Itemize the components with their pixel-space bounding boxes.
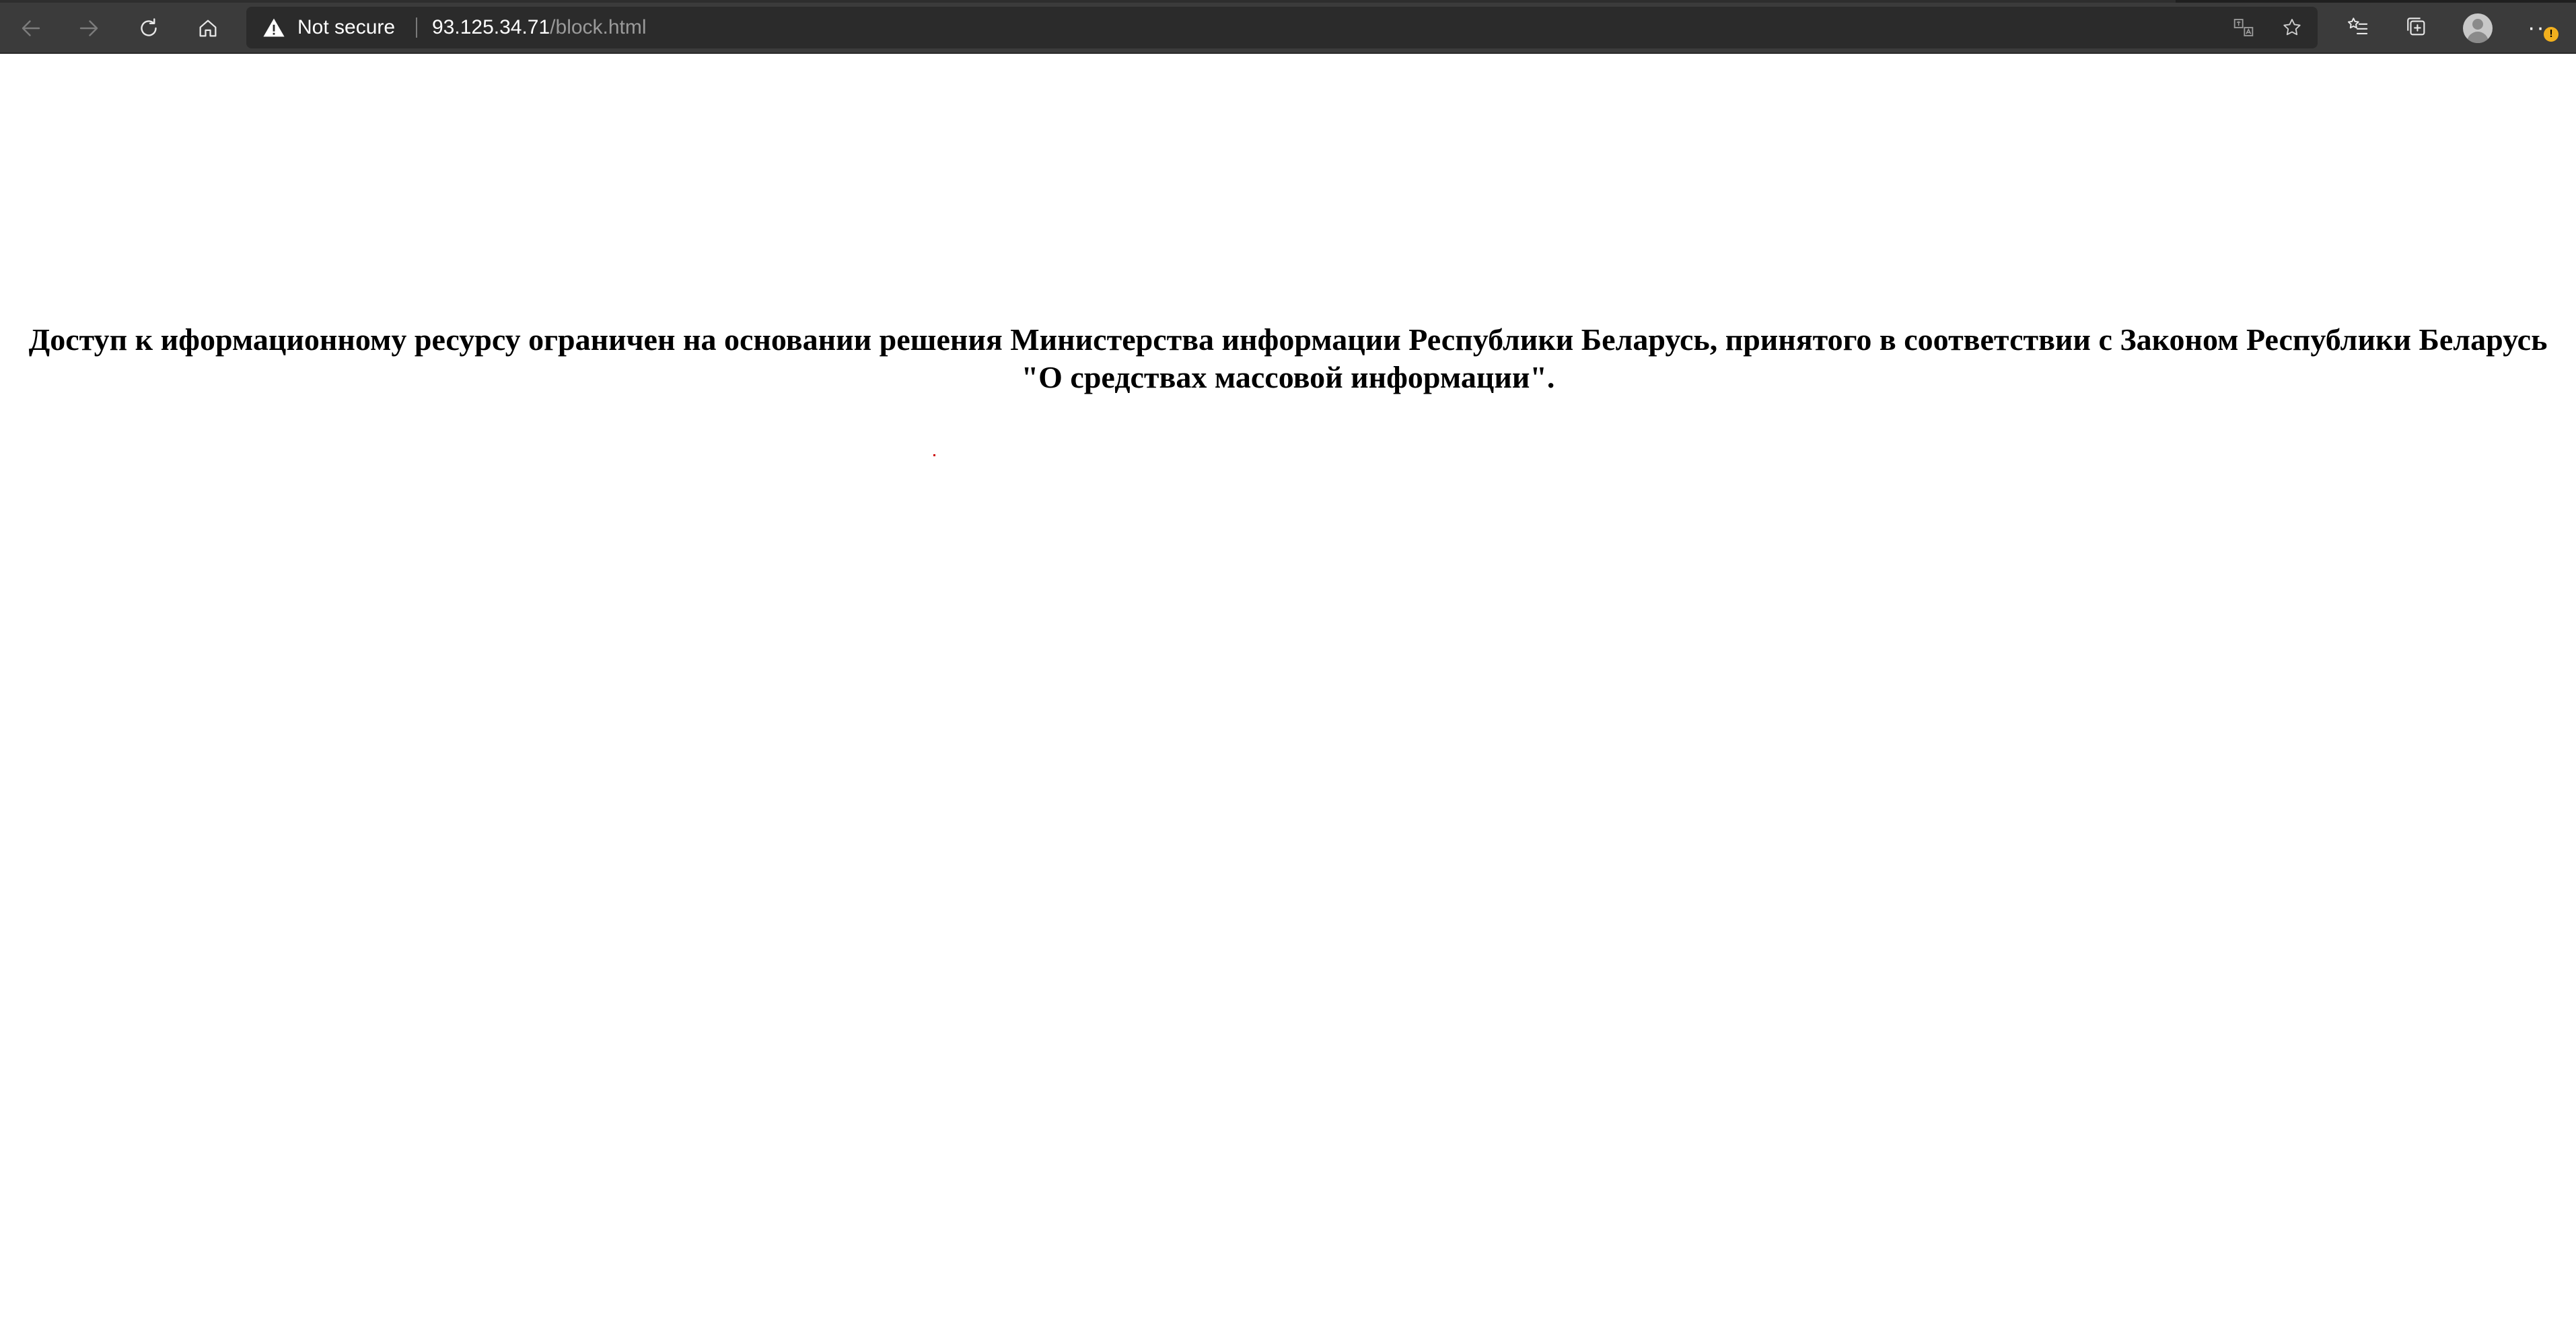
reload-button[interactable]	[130, 9, 168, 47]
favorites-button[interactable]	[2338, 9, 2376, 47]
profile-icon	[2463, 13, 2493, 43]
back-button[interactable]	[12, 9, 50, 47]
profile-button[interactable]	[2459, 9, 2497, 47]
arrow-right-icon	[77, 16, 101, 40]
favorites-list-icon	[2346, 15, 2369, 42]
forward-button[interactable]	[70, 9, 108, 47]
avatar-body	[2467, 32, 2489, 43]
collections-button[interactable]	[2398, 9, 2435, 47]
more-button[interactable]: ··· !	[2522, 9, 2563, 47]
tab-strip	[0, 0, 2576, 3]
block-notice: Доступ к иформационному ресурсу ограниче…	[28, 322, 2548, 394]
collections-icon	[2405, 15, 2428, 42]
home-icon	[196, 17, 219, 40]
address-divider	[416, 17, 417, 38]
home-button[interactable]	[189, 9, 227, 47]
reload-icon	[137, 16, 161, 40]
arrow-left-icon	[19, 16, 43, 40]
red-dot-mark	[933, 454, 935, 456]
star-icon[interactable]	[2279, 14, 2305, 41]
tab-strip-accent	[2176, 0, 2576, 3]
translate-icon[interactable]	[2230, 14, 2257, 41]
url-host: 93.125.34.71	[432, 16, 550, 38]
avatar-head	[2472, 19, 2483, 30]
url-text[interactable]: 93.125.34.71/block.html	[432, 15, 647, 40]
address-bar[interactable]: Not secure 93.125.34.71/block.html	[246, 7, 2318, 48]
browser-toolbar: Not secure 93.125.34.71/block.html ··· !	[0, 0, 2576, 54]
warning-triangle-icon[interactable]	[262, 16, 285, 39]
notification-badge: !	[2544, 27, 2559, 42]
security-label[interactable]: Not secure	[297, 15, 395, 40]
url-path: /block.html	[550, 16, 647, 38]
page-content: Доступ к иформационному ресурсу ограниче…	[0, 54, 2576, 1325]
